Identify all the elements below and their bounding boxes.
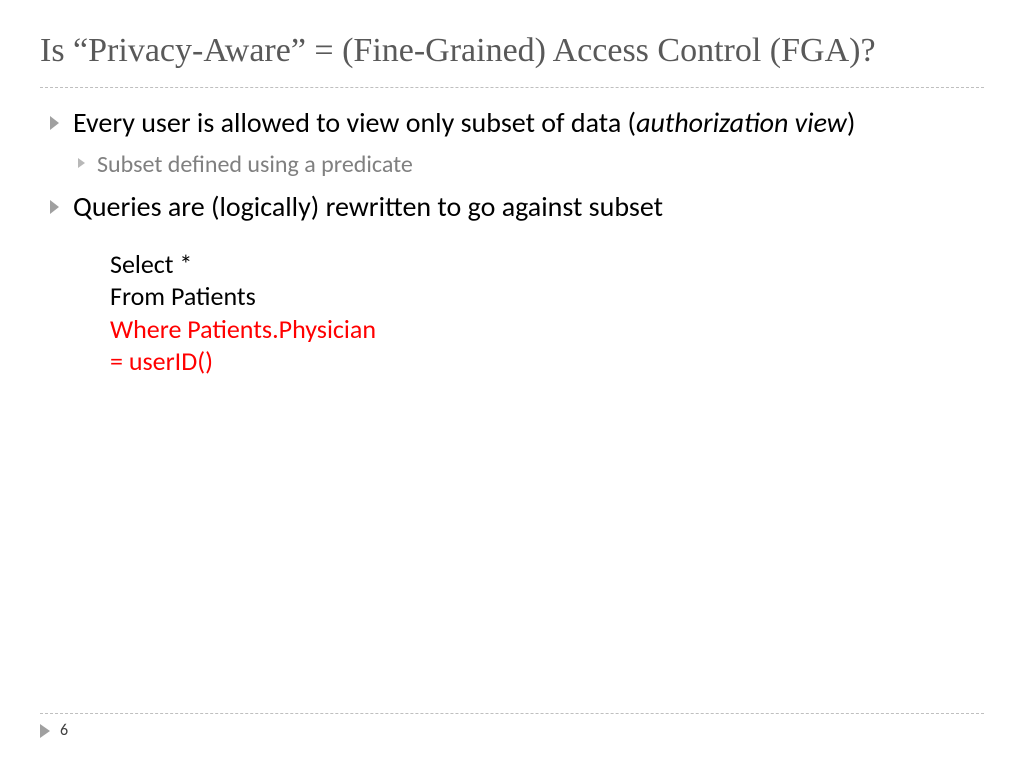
footer-divider: [40, 713, 984, 714]
main-bullet-list-2: Queries are (logically) rewritten to go …: [40, 190, 984, 224]
sub-bullet-item-1: Subset defined using a predicate: [78, 149, 984, 180]
triangle-bullet-icon: [50, 116, 59, 130]
slide-footer: 6: [40, 721, 984, 740]
bullet-text-2: Queries are (logically) rewritten to go …: [73, 190, 663, 224]
code-line-4: = userID(): [110, 345, 984, 378]
bullet-1-prefix: Every user is allowed to view only subse…: [73, 105, 636, 140]
bullet-item-1: Every user is allowed to view only subse…: [50, 106, 984, 140]
bullet-1-italic: authorization view: [636, 105, 847, 140]
main-bullet-list: Every user is allowed to view only subse…: [40, 106, 984, 140]
sql-code-block: Select * From Patients Where Patients.Ph…: [110, 248, 984, 378]
code-line-3: Where Patients.Physician: [110, 313, 984, 346]
triangle-bullet-icon: [78, 158, 85, 168]
slide-title: Is “Privacy-Aware” = (Fine-Grained) Acce…: [40, 30, 984, 73]
code-line-2: From Patients: [110, 280, 984, 313]
triangle-bullet-icon: [50, 200, 59, 214]
sub-bullet-text-1: Subset defined using a predicate: [97, 149, 413, 180]
bullet-text-1: Every user is allowed to view only subse…: [73, 106, 855, 140]
bullet-item-2: Queries are (logically) rewritten to go …: [50, 190, 984, 224]
triangle-footer-icon: [40, 724, 50, 738]
sub-bullet-list: Subset defined using a predicate: [40, 149, 984, 180]
code-line-1: Select *: [110, 248, 984, 281]
bullet-1-suffix: ): [847, 105, 856, 140]
page-number: 6: [60, 721, 68, 740]
title-divider: [40, 87, 984, 88]
